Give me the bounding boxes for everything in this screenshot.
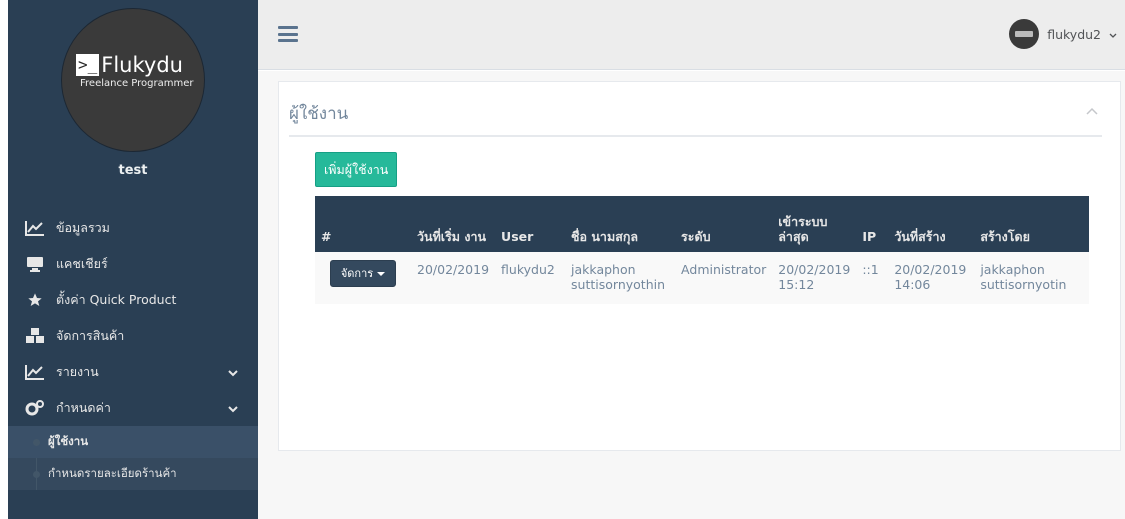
sidebar-item-products[interactable]: จัดการสินค้า: [8, 318, 258, 354]
column-header: เข้าระบบ ล่าสุด: [772, 196, 857, 252]
add-user-button[interactable]: เพิ่มผู้ใช้งาน: [315, 152, 398, 187]
tree-dot-icon: [33, 439, 40, 446]
line-chart-icon: [24, 362, 46, 382]
sidebar-subitem-users[interactable]: ผู้ใช้งาน: [8, 426, 258, 458]
sidebar-item-label: แคชเชียร์: [56, 256, 108, 271]
sidebar-item-settings[interactable]: กำหนดค่า: [8, 390, 258, 426]
panel-title: ผู้ใช้งาน: [289, 104, 349, 124]
chevron-down-icon[interactable]: [1109, 27, 1117, 42]
cogs-icon: [24, 398, 46, 418]
column-header: สร้างโดย: [974, 196, 1089, 252]
panel-divider: [289, 135, 1102, 137]
settings-submenu: ผู้ใช้งาน กำหนดรายละเอียดร้านค้า: [8, 426, 258, 490]
level-cell: Administrator: [675, 252, 773, 304]
ip-cell: ::1: [856, 252, 889, 304]
desktop-icon: [24, 254, 46, 274]
sidebar-subitem-label: ผู้ใช้งาน: [48, 434, 89, 448]
sidebar-item-label: รายงาน: [56, 364, 99, 379]
chevron-down-icon: [228, 365, 238, 380]
manage-button-label: จัดการ: [340, 267, 374, 280]
last-login-cell: 20/02/2019 15:12: [772, 252, 857, 304]
sidebar-subitem-label: กำหนดรายละเอียดร้านค้า: [48, 466, 177, 480]
user-name[interactable]: flukydu2: [1047, 27, 1101, 42]
sidebar-subitem-shop-details[interactable]: กำหนดรายละเอียดร้านค้า: [8, 458, 258, 490]
sidebar-item-reports[interactable]: รายงาน: [8, 354, 258, 390]
column-header: User: [495, 196, 566, 252]
fullname-cell: jakkaphon suttisornyothin: [565, 252, 676, 304]
sidebar: >_ Flukydu Freelance Programmer test ข้อม…: [8, 0, 262, 519]
start-date-cell: 20/02/2019: [411, 252, 496, 304]
sidebar-item-label: กำหนดค่า: [56, 400, 111, 415]
logo[interactable]: >_ Flukydu: [76, 54, 183, 76]
chevron-down-icon: [228, 401, 238, 416]
table-row: จัดการ 20/02/2019 flukydu2 jakkaphon sut…: [315, 252, 1089, 304]
user-cell: flukydu2: [495, 252, 566, 304]
line-chart-icon: [24, 218, 46, 238]
sidebar-item-quick-product[interactable]: ตั้งค่า Quick Product: [8, 282, 258, 318]
sidebar-item-label: จัดการสินค้า: [56, 328, 125, 343]
sidebar-item-cashier[interactable]: แคชเชียร์: [8, 246, 258, 282]
main-content: ผู้ใช้งาน เพิ่มผู้ใช้งาน # วันที่เริ่ม ง…: [258, 71, 1125, 519]
top-navbar: flukydu2: [258, 0, 1125, 70]
action-cell: จัดการ: [315, 252, 411, 304]
profile-name: test: [118, 163, 148, 178]
sidebar-item-label: ตั้งค่า Quick Product: [56, 292, 177, 307]
avatar[interactable]: [1009, 19, 1040, 49]
manage-dropdown-button[interactable]: จัดการ: [329, 260, 397, 287]
users-panel: ผู้ใช้งาน เพิ่มผู้ใช้งาน # วันที่เริ่ม ง…: [278, 81, 1121, 451]
column-header: IP: [856, 196, 889, 252]
page-left-gutter: [0, 0, 8, 519]
sidebar-item-label: ข้อมูลรวม: [56, 220, 110, 235]
created-by-cell: jakkaphon suttisornyotin: [974, 252, 1089, 304]
caret-down-icon: [377, 271, 386, 276]
column-header: วันที่สร้าง: [888, 196, 975, 252]
menu-toggle-icon[interactable]: [278, 26, 298, 42]
tree-dot-icon: [33, 471, 40, 478]
user-menu[interactable]: flukydu2: [1009, 19, 1117, 49]
logo-prompt: >_: [76, 54, 100, 76]
column-header: วันที่เริ่ม งาน: [411, 196, 496, 252]
logo-main-text: Flukydu: [101, 53, 183, 77]
cubes-icon: [24, 326, 46, 346]
sidebar-menu: ข้อมูลรวม แคชเชียร์ ตั้งค่า Quick Produc…: [8, 210, 258, 490]
star-icon: [24, 290, 46, 310]
chevron-up-icon[interactable]: [1086, 104, 1098, 115]
column-header: ระดับ: [675, 196, 773, 252]
logo-subtitle: Freelance Programmer: [80, 78, 194, 89]
sidebar-item-dashboard[interactable]: ข้อมูลรวม: [8, 210, 258, 246]
created-date-cell: 20/02/2019 14:06: [888, 252, 975, 304]
column-header: #: [315, 196, 411, 252]
table-header-row: # วันที่เริ่ม งาน User ชื่อ นามสกุล ระดั…: [315, 196, 1089, 252]
users-table: # วันที่เริ่ม งาน User ชื่อ นามสกุล ระดั…: [315, 196, 1089, 304]
column-header: ชื่อ นามสกุล: [565, 196, 676, 252]
